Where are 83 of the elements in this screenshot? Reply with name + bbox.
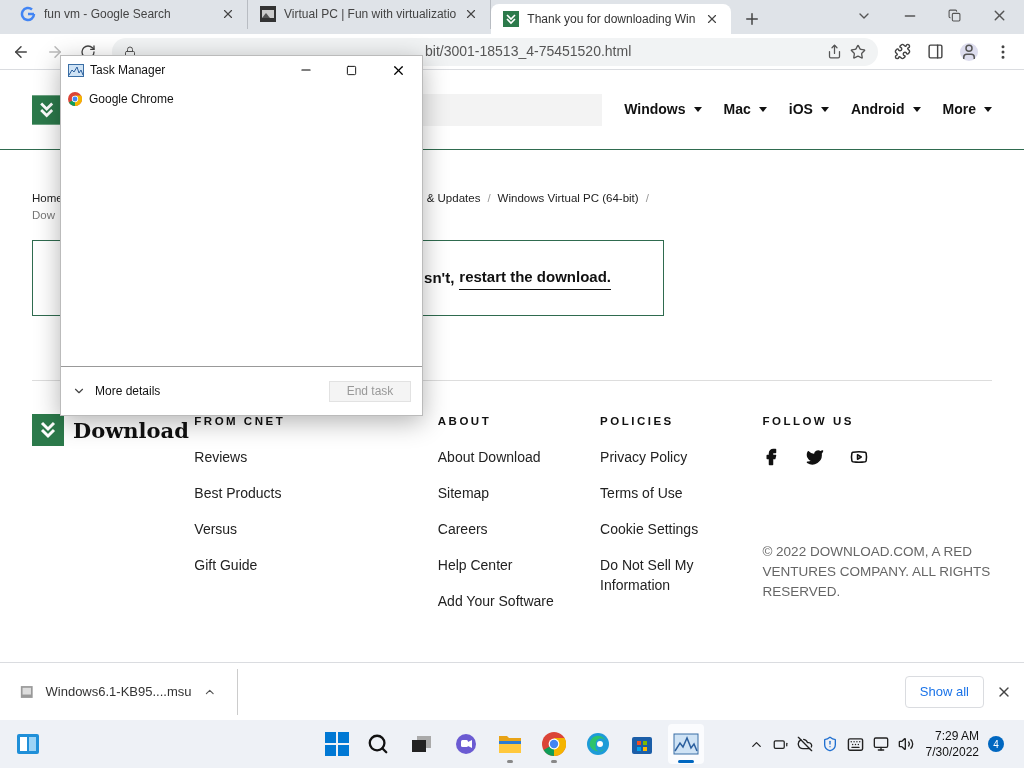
twitter-icon[interactable] bbox=[806, 448, 825, 466]
footer-logo-text[interactable]: Download bbox=[73, 416, 189, 446]
folder-icon bbox=[498, 733, 522, 755]
keyboard-icon[interactable] bbox=[846, 735, 864, 753]
notification-badge[interactable]: 4 bbox=[988, 736, 1004, 752]
restore-icon[interactable] bbox=[948, 9, 961, 22]
widgets-icon[interactable] bbox=[16, 733, 40, 755]
footer-heading: ABOUT bbox=[437, 414, 493, 429]
breadcrumb-link[interactable]: Windows Virtual PC (64-bit) bbox=[497, 190, 639, 208]
copyright-text: © 2022 DOWNLOAD.COM, A RED VENTURES COMPANY. ALL RIGHTS RESERVED. bbox=[762, 543, 992, 601]
task-view-icon bbox=[411, 734, 433, 754]
breadcrumb-separator: / bbox=[487, 191, 491, 207]
show-all-button[interactable]: Show all bbox=[904, 675, 984, 708]
caret-icon bbox=[912, 107, 921, 112]
thumbnail-icon bbox=[260, 6, 276, 22]
footer-heading: POLICIES bbox=[600, 414, 675, 429]
footer-link[interactable]: Reviews bbox=[194, 447, 320, 467]
url-text: bit/3001-18513_4-75451520.html bbox=[425, 42, 632, 61]
footer-link[interactable]: Privacy Policy bbox=[600, 447, 726, 467]
download-logo-icon bbox=[503, 11, 520, 27]
performance-chart-icon bbox=[68, 63, 84, 77]
caret-icon bbox=[984, 107, 992, 112]
footer-heading: FOLLOW US bbox=[762, 414, 855, 429]
download-logo-icon[interactable] bbox=[32, 93, 62, 126]
download-file-name[interactable]: Windows6.1-KB95....msu bbox=[45, 681, 192, 702]
footer-heading: FROM CNET bbox=[194, 414, 287, 429]
share-icon[interactable] bbox=[827, 44, 842, 59]
chat-icon bbox=[454, 732, 478, 756]
youtube-icon[interactable] bbox=[850, 448, 869, 466]
caret-icon bbox=[758, 107, 767, 112]
shield-alert-icon[interactable] bbox=[821, 736, 838, 752]
footer-link[interactable]: Versus bbox=[194, 519, 320, 539]
chrome-icon bbox=[68, 92, 82, 106]
footer-link[interactable]: Careers bbox=[437, 519, 563, 539]
google-icon bbox=[20, 6, 36, 22]
breadcrumb-link[interactable]: Dow bbox=[32, 207, 992, 223]
clock-time[interactable]: 7:29 AM bbox=[934, 728, 979, 744]
message-text: sn't, bbox=[424, 267, 455, 288]
footer-link[interactable]: Terms of Use bbox=[600, 483, 726, 503]
nav-menu[interactable]: Mac bbox=[723, 99, 767, 120]
footer-link[interactable]: About Download bbox=[437, 447, 563, 467]
breadcrumb-separator: / bbox=[645, 191, 649, 207]
search-icon bbox=[367, 733, 389, 755]
footer-link[interactable]: Add Your Software bbox=[437, 591, 563, 611]
close-icon[interactable] bbox=[221, 7, 235, 21]
footer-link[interactable]: Gift Guide bbox=[194, 555, 320, 575]
start-icon[interactable] bbox=[325, 732, 349, 756]
browser-tab[interactable]: Thank you for downloading Win bbox=[491, 4, 732, 34]
volume-icon[interactable] bbox=[897, 736, 914, 752]
footer-link[interactable]: Best Products bbox=[194, 483, 320, 503]
browser-tab[interactable]: fun vm - Google Search bbox=[8, 0, 248, 29]
nav-menu[interactable]: Android bbox=[850, 99, 921, 120]
footer-link[interactable]: Cookie Settings bbox=[600, 519, 726, 539]
profile-icon[interactable] bbox=[960, 42, 978, 61]
restart-download-link[interactable]: restart the download. bbox=[459, 266, 611, 290]
installer-file-icon bbox=[20, 683, 34, 700]
edge-icon bbox=[586, 732, 610, 756]
nav-menu[interactable]: More bbox=[942, 99, 992, 120]
caret-icon bbox=[693, 107, 702, 112]
caret-icon bbox=[820, 107, 829, 112]
tab-title: Virtual PC | Fun with virtualizatio bbox=[284, 6, 457, 23]
download-logo-icon[interactable] bbox=[32, 414, 64, 446]
tab-title: fun vm - Google Search bbox=[44, 6, 172, 23]
nav-menu[interactable]: iOS bbox=[788, 99, 829, 120]
nav-menu[interactable]: Windows bbox=[624, 99, 702, 120]
breadcrumb-link[interactable]: & Updates bbox=[426, 190, 481, 208]
app-list-item[interactable]: Google Chrome bbox=[61, 86, 422, 112]
bookmark-star-icon[interactable] bbox=[850, 43, 866, 60]
performance-chart-icon bbox=[673, 733, 699, 755]
chrome-icon bbox=[542, 732, 566, 756]
footer-link[interactable]: Help Center bbox=[437, 555, 563, 575]
more-details-link[interactable]: More details bbox=[95, 382, 161, 400]
footer-link[interactable]: Sitemap bbox=[437, 483, 563, 503]
maximize-icon[interactable] bbox=[346, 64, 357, 76]
footer-link[interactable]: Do Not Sell My Information bbox=[600, 555, 726, 595]
clock-date[interactable]: 7/30/2022 bbox=[925, 744, 979, 760]
lock-icon bbox=[124, 45, 136, 58]
cloud-off-icon[interactable] bbox=[796, 736, 813, 752]
tab-title: Thank you for downloading Win bbox=[527, 11, 697, 28]
extensions-icon[interactable] bbox=[894, 43, 911, 60]
side-panel-icon[interactable] bbox=[927, 43, 944, 60]
network-icon[interactable] bbox=[872, 736, 889, 752]
browser-tab[interactable]: Virtual PC | Fun with virtualizatio bbox=[248, 0, 492, 29]
